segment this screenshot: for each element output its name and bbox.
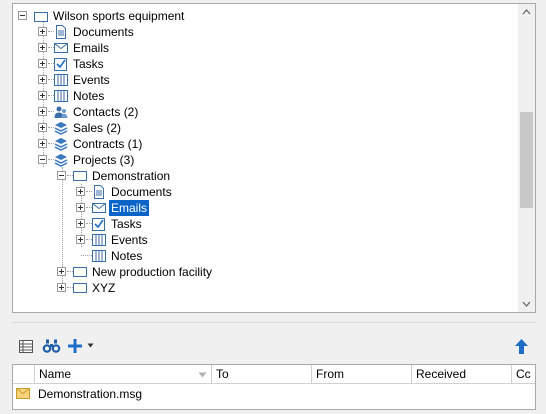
demo-item-events[interactable]: Events xyxy=(109,232,150,248)
demo-item-tasks[interactable]: Tasks xyxy=(109,216,144,232)
expand-toggle[interactable] xyxy=(38,43,47,52)
tree-item-tasks[interactable]: Tasks xyxy=(71,56,106,72)
email-icon xyxy=(54,43,68,53)
expand-toggle[interactable] xyxy=(38,139,47,148)
contacts-icon xyxy=(54,106,68,118)
demo-item-emails[interactable]: Emails xyxy=(109,200,150,216)
sort-arrow-icon[interactable] xyxy=(198,372,207,378)
file-grid[interactable]: Name To From Received Cc Demonstration.m… xyxy=(12,364,536,410)
tree-item-notes[interactable]: Notes xyxy=(71,88,106,104)
expand-toggle[interactable] xyxy=(38,91,47,100)
column-to-label: To xyxy=(216,367,229,381)
expand-toggle[interactable] xyxy=(38,107,47,116)
collapse-toggle[interactable] xyxy=(38,155,47,164)
expand-toggle[interactable] xyxy=(38,123,47,132)
tree-item-sales[interactable]: Sales (2) xyxy=(71,120,123,136)
events-icon xyxy=(54,74,68,86)
document-icon xyxy=(56,25,66,39)
task-icon xyxy=(54,58,67,71)
column-from[interactable]: From xyxy=(312,365,412,384)
row-filename: Demonstration.msg xyxy=(38,387,143,401)
tree-root-label[interactable]: Wilson sports equipment xyxy=(51,8,186,24)
notes-icon xyxy=(54,90,68,102)
expand-toggle[interactable] xyxy=(76,203,85,212)
tree-scrollbar[interactable] xyxy=(518,4,535,312)
add-icon[interactable] xyxy=(68,339,82,353)
scroll-thumb[interactable] xyxy=(520,112,533,208)
tree-item-events[interactable]: Events xyxy=(71,72,112,88)
demo-item-documents[interactable]: Documents xyxy=(109,184,174,200)
project-demonstration[interactable]: Demonstration xyxy=(90,168,172,184)
binoculars-icon[interactable] xyxy=(42,339,61,354)
column-received-label: Received xyxy=(416,367,467,381)
column-name-label: Name xyxy=(39,367,72,381)
project-xyz[interactable]: XYZ xyxy=(90,280,117,296)
column-from-label: From xyxy=(316,367,344,381)
column-to[interactable]: To xyxy=(212,365,312,384)
tree-item-documents[interactable]: Documents xyxy=(71,24,136,40)
column-name[interactable]: Name xyxy=(35,365,212,384)
expand-toggle[interactable] xyxy=(76,235,85,244)
expand-toggle[interactable] xyxy=(76,187,85,196)
task-icon xyxy=(92,218,105,231)
table-icon[interactable] xyxy=(19,340,33,353)
column-icon[interactable] xyxy=(13,365,35,384)
scroll-up-arrow-icon[interactable] xyxy=(518,4,535,21)
expand-toggle[interactable] xyxy=(38,27,47,36)
stack-icon xyxy=(54,154,68,167)
expand-toggle[interactable] xyxy=(57,267,66,276)
panel-divider xyxy=(12,322,536,323)
table-row[interactable]: Demonstration.msg xyxy=(13,386,535,404)
tree-item-emails[interactable]: Emails xyxy=(71,40,111,56)
column-cc-label: Cc xyxy=(516,367,531,381)
expand-toggle[interactable] xyxy=(76,219,85,228)
tree-item-contacts[interactable]: Contacts (2) xyxy=(71,104,140,120)
tree-item-projects[interactable]: Projects (3) xyxy=(71,152,136,168)
scroll-down-arrow-icon[interactable] xyxy=(518,295,535,312)
email-message-icon xyxy=(16,388,30,399)
document-icon xyxy=(94,185,104,199)
stack-icon xyxy=(54,122,68,135)
demo-item-notes[interactable]: Notes xyxy=(109,248,144,264)
project-new-production-facility[interactable]: New production facility xyxy=(90,264,214,280)
folder-icon xyxy=(34,12,48,22)
events-icon xyxy=(92,234,106,246)
expand-toggle[interactable] xyxy=(57,283,66,292)
upload-arrow-icon[interactable] xyxy=(514,338,529,354)
column-cc[interactable]: Cc xyxy=(512,365,535,384)
folder-icon xyxy=(73,171,87,181)
column-received[interactable]: Received xyxy=(412,365,512,384)
expand-toggle[interactable] xyxy=(38,75,47,84)
grid-header: Name To From Received Cc xyxy=(13,365,535,384)
tree-item-contracts[interactable]: Contracts (1) xyxy=(71,136,144,152)
dropdown-arrow-icon[interactable] xyxy=(87,343,94,348)
folder-icon xyxy=(73,267,87,277)
email-icon xyxy=(92,203,106,213)
folder-tree[interactable]: Wilson sports equipment Documents Emails… xyxy=(12,3,536,313)
stack-icon xyxy=(54,138,68,151)
expand-toggle[interactable] xyxy=(38,59,47,68)
collapse-toggle[interactable] xyxy=(18,11,27,20)
collapse-toggle[interactable] xyxy=(57,171,66,180)
notes-icon xyxy=(92,250,106,262)
folder-icon xyxy=(73,283,87,293)
